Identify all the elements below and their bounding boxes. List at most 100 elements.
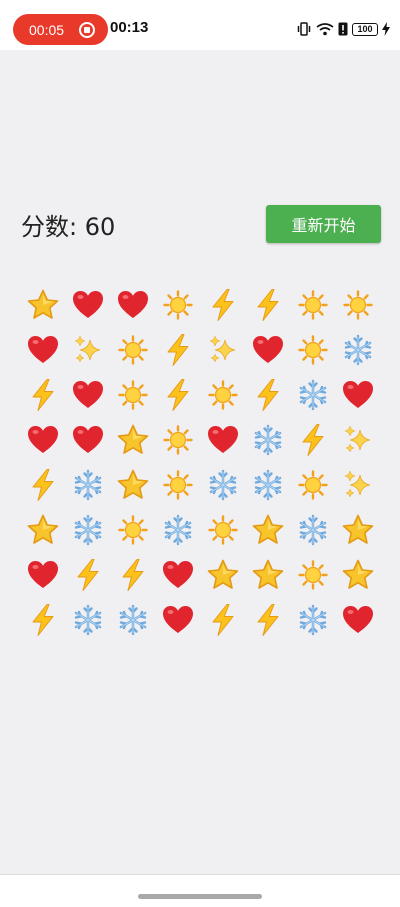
sun-tile[interactable] <box>110 507 155 552</box>
lightning-tile[interactable] <box>200 597 245 642</box>
heart-tile[interactable] <box>20 327 65 372</box>
snowflake-tile[interactable] <box>290 507 335 552</box>
sun-icon <box>207 514 239 546</box>
sparkles-tile[interactable] <box>335 462 380 507</box>
snowflake-tile[interactable] <box>110 597 155 642</box>
star-icon <box>341 558 375 592</box>
heart-tile[interactable] <box>20 552 65 597</box>
star-tile[interactable] <box>20 507 65 552</box>
snowflake-icon <box>72 604 104 636</box>
star-tile[interactable] <box>335 552 380 597</box>
snowflake-tile[interactable] <box>245 417 290 462</box>
sun-tile[interactable] <box>155 417 200 462</box>
star-icon <box>251 513 285 547</box>
heart-tile[interactable] <box>245 327 290 372</box>
snowflake-icon <box>252 469 284 501</box>
home-indicator[interactable] <box>138 894 262 899</box>
star-tile[interactable] <box>110 462 155 507</box>
star-tile[interactable] <box>20 282 65 327</box>
sparkles-icon <box>341 468 375 502</box>
lightning-tile[interactable] <box>155 372 200 417</box>
sun-tile[interactable] <box>200 507 245 552</box>
heart-icon <box>71 423 105 457</box>
heart-tile[interactable] <box>200 417 245 462</box>
heart-tile[interactable] <box>65 282 110 327</box>
sun-icon <box>117 334 149 366</box>
lightning-tile[interactable] <box>245 282 290 327</box>
snowflake-tile[interactable] <box>65 507 110 552</box>
star-icon <box>116 468 150 502</box>
heart-icon <box>71 378 105 412</box>
star-icon <box>206 558 240 592</box>
sparkles-tile[interactable] <box>200 327 245 372</box>
star-tile[interactable] <box>200 552 245 597</box>
sun-tile[interactable] <box>155 462 200 507</box>
snowflake-tile[interactable] <box>155 507 200 552</box>
sun-tile[interactable] <box>200 372 245 417</box>
sun-tile[interactable] <box>335 282 380 327</box>
sparkles-tile[interactable] <box>65 327 110 372</box>
snowflake-tile[interactable] <box>65 597 110 642</box>
status-icons: 100 <box>296 19 390 39</box>
lightning-icon <box>253 288 283 322</box>
gesture-nav-bar <box>0 874 400 907</box>
heart-icon <box>341 603 375 637</box>
star-tile[interactable] <box>245 552 290 597</box>
lightning-tile[interactable] <box>245 597 290 642</box>
lightning-icon <box>118 558 148 592</box>
sun-tile[interactable] <box>290 462 335 507</box>
lightning-tile[interactable] <box>245 372 290 417</box>
status-clock: 00:13 <box>110 19 149 36</box>
snowflake-tile[interactable] <box>290 372 335 417</box>
heart-tile[interactable] <box>155 597 200 642</box>
record-stop-icon[interactable] <box>79 21 95 38</box>
sparkles-tile[interactable] <box>335 417 380 462</box>
sun-icon <box>297 334 329 366</box>
lightning-icon <box>73 558 103 592</box>
star-tile[interactable] <box>245 507 290 552</box>
heart-tile[interactable] <box>335 597 380 642</box>
sun-tile[interactable] <box>110 372 155 417</box>
lightning-tile[interactable] <box>200 282 245 327</box>
lightning-tile[interactable] <box>20 372 65 417</box>
sparkles-icon <box>71 333 105 367</box>
lightning-tile[interactable] <box>290 417 335 462</box>
heart-icon <box>71 288 105 322</box>
record-time: 00:05 <box>29 21 65 38</box>
game-board <box>20 282 380 642</box>
heart-tile[interactable] <box>335 372 380 417</box>
snowflake-tile[interactable] <box>200 462 245 507</box>
lightning-tile[interactable] <box>65 552 110 597</box>
screen-record-indicator[interactable]: 00:05 <box>13 14 108 45</box>
restart-button[interactable]: 重新开始 <box>266 205 381 243</box>
snowflake-icon <box>252 424 284 456</box>
snowflake-tile[interactable] <box>335 327 380 372</box>
sun-icon <box>297 469 329 501</box>
heart-tile[interactable] <box>110 282 155 327</box>
star-tile[interactable] <box>110 417 155 462</box>
sun-tile[interactable] <box>110 327 155 372</box>
vibrate-icon <box>296 22 312 36</box>
snowflake-tile[interactable] <box>290 597 335 642</box>
heart-tile[interactable] <box>65 417 110 462</box>
heart-tile[interactable] <box>65 372 110 417</box>
snowflake-tile[interactable] <box>245 462 290 507</box>
sparkles-icon <box>206 333 240 367</box>
heart-tile[interactable] <box>155 552 200 597</box>
heart-tile[interactable] <box>20 417 65 462</box>
lightning-tile[interactable] <box>155 327 200 372</box>
lightning-tile[interactable] <box>20 462 65 507</box>
lightning-icon <box>163 333 193 367</box>
sun-tile[interactable] <box>290 552 335 597</box>
score-label: 分数: 60 <box>21 213 116 241</box>
lightning-tile[interactable] <box>20 597 65 642</box>
sun-tile[interactable] <box>155 282 200 327</box>
sparkles-icon <box>341 423 375 457</box>
sun-tile[interactable] <box>290 327 335 372</box>
star-tile[interactable] <box>335 507 380 552</box>
snowflake-tile[interactable] <box>65 462 110 507</box>
sun-tile[interactable] <box>290 282 335 327</box>
heart-icon <box>116 288 150 322</box>
lightning-tile[interactable] <box>110 552 155 597</box>
sun-icon <box>117 514 149 546</box>
